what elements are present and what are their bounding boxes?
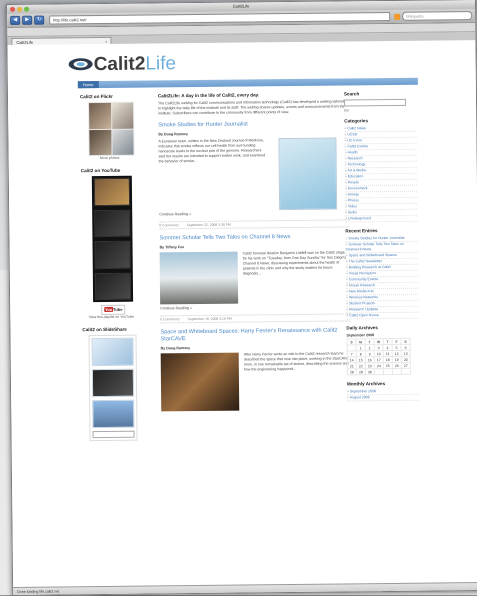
post-body: Calit2 honoree Ibrahim Benjamin Liddell … bbox=[160, 250, 350, 277]
flickr-photo[interactable] bbox=[89, 103, 111, 129]
calendar-days: 1234567891011121314151617181920212223242… bbox=[347, 344, 410, 375]
calendar-day bbox=[392, 368, 401, 374]
web-page: Calit2Life Home Calit2 on Flickr More ph… bbox=[7, 40, 477, 585]
post-title[interactable]: Smoke Studies for Hunter Journalist bbox=[158, 120, 348, 129]
post-image[interactable] bbox=[278, 138, 337, 211]
post-comments-link[interactable]: 0 Comments bbox=[160, 317, 179, 321]
calendar-week: 282930 bbox=[347, 368, 410, 375]
slideshare-widget bbox=[88, 335, 137, 441]
post-body: After Harry Ferrier wrote an ode to the … bbox=[161, 351, 351, 373]
flickr-photo[interactable] bbox=[112, 129, 134, 155]
post-image[interactable] bbox=[160, 252, 239, 305]
post-byline: By Doug Ramsey bbox=[161, 344, 351, 350]
category-link[interactable]: Uncategorized bbox=[345, 216, 417, 223]
youtube-logo-you: You bbox=[104, 307, 113, 312]
logo-calit2-text: Calit2 bbox=[94, 54, 146, 76]
site-search-input[interactable] bbox=[344, 99, 406, 107]
post-text: A European team, written in the New Zeal… bbox=[158, 138, 268, 164]
continue-reading-link[interactable]: Continue Reading » bbox=[159, 210, 349, 217]
left-sidebar: Calit2 on Flickr More photos Calit2 on Y… bbox=[80, 94, 142, 442]
calendar-day bbox=[374, 369, 383, 375]
nav-home[interactable]: Home bbox=[78, 81, 99, 88]
recent-entries-list: Smoke Studies for Hunter JournalistSomme… bbox=[345, 236, 418, 320]
youtube-video-thumb[interactable] bbox=[94, 241, 130, 269]
browser-window: Calit2Life ◀ ▶ ↻ http://life.calit2.net/… bbox=[6, 0, 477, 596]
address-bar[interactable]: http://life.calit2.net/ bbox=[49, 12, 390, 25]
youtube-logo[interactable]: YouTube bbox=[101, 305, 125, 315]
slideshare-slide-thumb[interactable] bbox=[92, 400, 134, 428]
monthly-archives-list: September 2008August 2008 bbox=[347, 389, 419, 402]
continue-reading-link[interactable]: Continue Reading » bbox=[160, 304, 350, 311]
browser-search-field[interactable]: Wikipedia bbox=[402, 11, 472, 21]
rss-icon[interactable] bbox=[394, 13, 400, 19]
post-meta: 0 Comments September 22, 2008 3:30 PM bbox=[159, 219, 349, 229]
flickr-photo[interactable] bbox=[112, 103, 134, 129]
archive-calendar: September 2008 SMTWTFS 12345678910111213… bbox=[346, 333, 410, 376]
calit2-logo-icon bbox=[68, 56, 94, 72]
main-content: Calit2Life: A day in the life of Calit2,… bbox=[158, 91, 351, 413]
monthly-archives-heading: Monthly Archives bbox=[347, 381, 419, 387]
youtube-video-thumb[interactable] bbox=[94, 178, 130, 206]
reload-button[interactable]: ↻ bbox=[34, 16, 44, 25]
recent-entries-heading: Recent Entries bbox=[345, 228, 417, 234]
site-logo[interactable]: Calit2Life bbox=[94, 53, 177, 76]
post-date: September 22, 2008 3:30 PM bbox=[187, 223, 231, 227]
flickr-heading: Calit2 on Flickr bbox=[80, 94, 138, 100]
calendar-day[interactable]: 30 bbox=[365, 369, 374, 375]
slideshare-heading: Calit2 on SlideShare bbox=[82, 327, 140, 333]
post-title[interactable]: Space and Whiteboard Spaces: Harry Ferri… bbox=[160, 327, 350, 343]
calendar-day[interactable]: 28 bbox=[347, 369, 356, 375]
post-image[interactable] bbox=[161, 353, 240, 412]
calendar-day bbox=[401, 368, 410, 374]
youtube-heading: Calit2 on YouTube bbox=[81, 168, 139, 174]
site-nav: Home bbox=[78, 78, 418, 89]
recent-entry-link[interactable]: Calit2 Open House bbox=[346, 313, 418, 320]
youtube-playlist-link[interactable]: View this playlist on YouTube bbox=[82, 315, 140, 320]
post-date: September 16, 2008 4:16 PM bbox=[188, 317, 232, 321]
site-intro: The Calit2Life weblog for Calit2 communi… bbox=[158, 99, 348, 116]
youtube-video-thumb[interactable] bbox=[94, 209, 130, 237]
daily-archives-heading: Daily Archives bbox=[346, 325, 418, 331]
slideshare-slide-thumb[interactable] bbox=[92, 338, 134, 366]
search-heading: Search bbox=[344, 91, 416, 97]
right-sidebar: Search Go Categories Calit2 NewsUCSDUC I… bbox=[344, 91, 419, 402]
post-body: A European team, written in the New Zeal… bbox=[158, 137, 349, 209]
calendar-month: September 2008 bbox=[346, 333, 410, 338]
slideshare-search-input[interactable] bbox=[92, 431, 134, 438]
search-go-button[interactable]: Go bbox=[344, 108, 416, 113]
calendar-day[interactable]: 29 bbox=[356, 369, 365, 375]
categories-list: Calit2 NewsUCSDUC IrvineCalit2 EventsHea… bbox=[344, 126, 417, 223]
site-tagline: Calit2Life: A day in the life of Calit2,… bbox=[158, 91, 348, 98]
post-comments-link[interactable]: 0 Comments bbox=[159, 223, 178, 227]
youtube-video-thumb[interactable] bbox=[95, 272, 131, 300]
forward-button[interactable]: ▶ bbox=[22, 16, 32, 25]
categories-heading: Categories bbox=[344, 118, 416, 124]
youtube-logo-tube: Tube bbox=[113, 307, 122, 312]
post-byline: By Tiffany Fox bbox=[160, 243, 350, 249]
calendar-day bbox=[383, 368, 392, 374]
window-title: Calit2Life bbox=[7, 1, 475, 11]
post-meta: 0 Comments September 16, 2008 4:16 PM bbox=[160, 313, 350, 323]
back-button[interactable]: ◀ bbox=[10, 16, 20, 25]
logo-life-text: Life bbox=[145, 53, 176, 74]
flickr-photo-grid[interactable] bbox=[88, 102, 135, 156]
youtube-playlist[interactable] bbox=[92, 176, 133, 302]
slideshare-slide-thumb[interactable] bbox=[92, 369, 134, 397]
post-title[interactable]: Sommer Scholar Tells Two Tales on Channe… bbox=[159, 233, 349, 242]
post-byline: By Doug Ramsey bbox=[158, 130, 348, 136]
monthly-archive-link[interactable]: August 2008 bbox=[347, 395, 419, 402]
recent-entry-link[interactable]: Sommer Scholar Tells Two Tales on Channe… bbox=[346, 242, 418, 254]
flickr-more-link[interactable]: More photos bbox=[81, 156, 139, 161]
flickr-photo[interactable] bbox=[89, 129, 111, 155]
